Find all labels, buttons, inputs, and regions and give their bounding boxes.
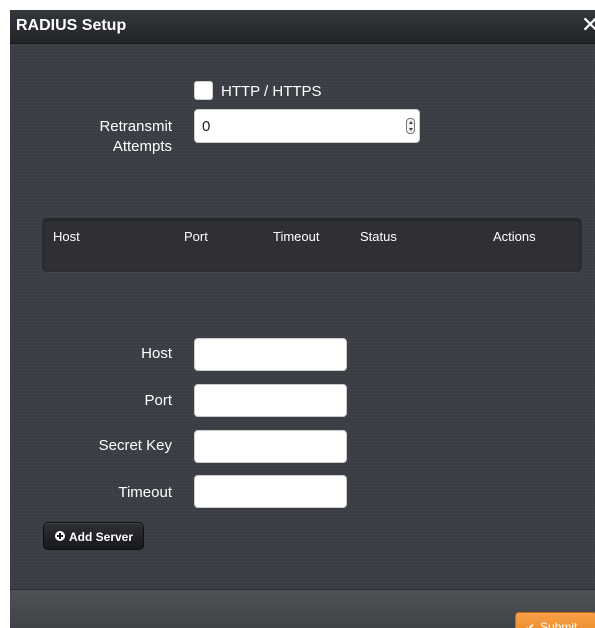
- dialog-titlebar: RADIUS Setup ✕: [10, 10, 595, 44]
- add-server-button[interactable]: Add Server: [43, 522, 144, 550]
- port-label: Port: [144, 392, 172, 409]
- port-field[interactable]: [194, 384, 347, 417]
- secret-key-input[interactable]: [195, 431, 346, 462]
- retransmit-label-line2: Attempts: [112, 138, 172, 155]
- port-input[interactable]: [195, 385, 346, 416]
- stepper-spin-icon[interactable]: [406, 118, 415, 134]
- http-https-checkbox[interactable]: [194, 81, 213, 100]
- http-https-label: HTTP / HTTPS: [221, 83, 322, 100]
- retransmit-attempts-input[interactable]: [202, 117, 382, 135]
- host-label: Host: [141, 345, 172, 362]
- retransmit-attempts-stepper[interactable]: [194, 109, 420, 143]
- submit-label: Submit: [540, 620, 578, 628]
- retransmit-attempts-label: Retransmit Attempts: [10, 117, 172, 157]
- dialog-footer: [10, 589, 595, 628]
- close-icon[interactable]: ✕: [581, 15, 595, 37]
- column-header-timeout: Timeout: [273, 229, 320, 244]
- timeout-label: Timeout: [118, 484, 172, 501]
- plus-circle-icon: [55, 531, 65, 541]
- servers-table: Host Port Timeout Status Actions: [42, 218, 582, 272]
- column-header-actions: Actions: [493, 229, 536, 244]
- add-server-label: Add Server: [69, 530, 134, 544]
- column-header-status: Status: [360, 229, 397, 244]
- column-header-host: Host: [53, 229, 80, 244]
- timeout-field[interactable]: [194, 475, 347, 508]
- secret-key-label: Secret Key: [98, 437, 172, 454]
- timeout-input[interactable]: [195, 476, 346, 507]
- checkmark-icon: ✔: [525, 621, 536, 628]
- submit-button[interactable]: ✔ Submit: [515, 612, 595, 628]
- secret-key-field[interactable]: [194, 430, 347, 463]
- host-field[interactable]: [194, 338, 347, 371]
- dialog-title: RADIUS Setup: [16, 17, 127, 34]
- column-header-port: Port: [184, 229, 208, 244]
- host-input[interactable]: [195, 339, 346, 370]
- radius-setup-dialog: RADIUS Setup ✕ HTTP / HTTPS Retransmit A…: [10, 10, 595, 628]
- retransmit-label-line1: Retransmit: [99, 118, 172, 135]
